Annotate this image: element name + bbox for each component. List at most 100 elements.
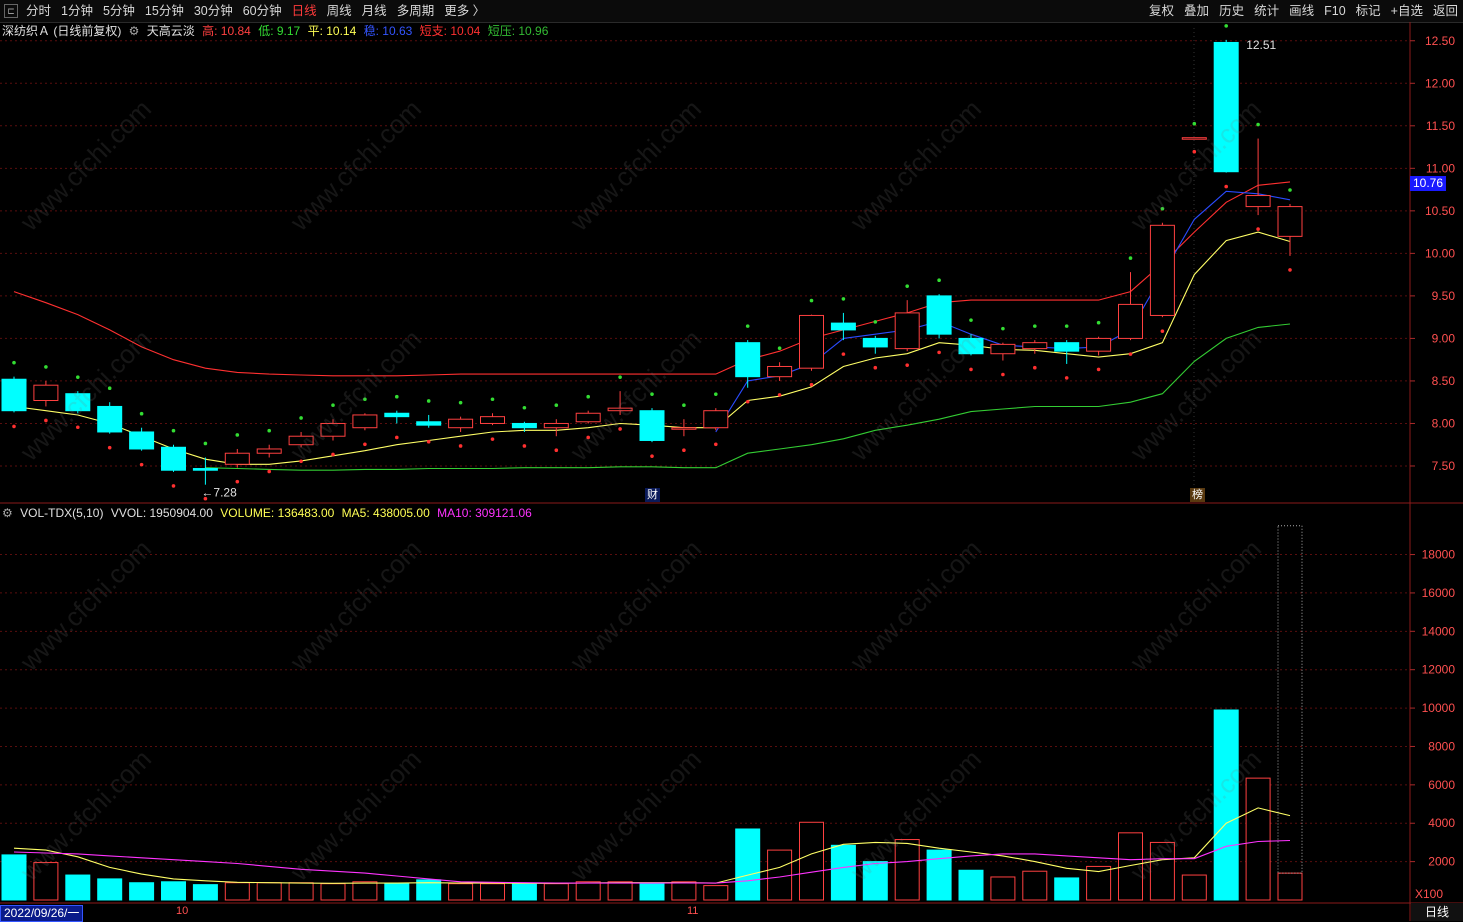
signal-dot-green — [714, 392, 718, 396]
month-label-10: 10 — [176, 905, 189, 917]
volume-bar — [703, 885, 729, 901]
signal-dot-green — [1096, 320, 1101, 325]
signal-dot-green — [171, 428, 176, 433]
signal-dot-green — [969, 318, 973, 322]
signal-dot-red — [1192, 149, 1197, 154]
volume-bar — [256, 882, 282, 901]
volume-bar — [1213, 709, 1239, 901]
signal-dot-red — [12, 424, 16, 429]
stock-chart[interactable]: 12.50 12.00 11.50 11.00 10.50 10.00 9.50 9.00 8.… — [0, 0, 1463, 921]
candle-body — [894, 312, 920, 350]
volume-bar — [352, 881, 378, 901]
signal-dot-red — [650, 454, 654, 458]
signal-dot-red — [969, 367, 973, 372]
volume-tick-label: 12000 — [1422, 663, 1456, 677]
signal-dot-red — [363, 442, 367, 447]
price-tick-label: 9.00 — [1432, 331, 1456, 345]
volume-bar — [990, 876, 1016, 901]
candle-body — [1181, 137, 1207, 140]
candle-body — [543, 422, 569, 429]
signal-dot-red — [395, 435, 399, 440]
signal-dot-red — [1256, 227, 1260, 231]
volume-bar — [1054, 877, 1080, 901]
signal-dot-green — [1160, 206, 1165, 211]
volume-bar — [288, 882, 314, 901]
candle-body — [448, 418, 474, 429]
price-tick-label: 10.50 — [1425, 204, 1455, 218]
candle-body — [926, 295, 952, 335]
signal-dot-green — [937, 278, 941, 282]
period-switch-button[interactable]: 日线 — [1411, 903, 1463, 921]
signal-dot-green — [809, 298, 814, 303]
candle-body — [1, 378, 27, 412]
candle-body — [224, 452, 250, 465]
volume-bar — [1118, 832, 1143, 901]
signal-dot-red — [1288, 268, 1292, 272]
signal-dot-red — [809, 382, 814, 387]
volume-unit-label: X100 — [1415, 887, 1443, 901]
volume-bar — [480, 883, 505, 901]
volume-bar — [1277, 872, 1303, 901]
price-tick-label: 11.00 — [1426, 161, 1455, 175]
max-price-label: 12.51 — [1246, 38, 1276, 52]
volume-tick-label: 4000 — [1428, 816, 1455, 830]
signal-dot-red — [618, 427, 622, 431]
volume-bar — [639, 883, 665, 901]
finance-marker[interactable]: 财 — [645, 488, 660, 502]
signal-dot-red — [267, 469, 272, 474]
candle-body — [1245, 195, 1271, 208]
signal-dot-red — [1160, 329, 1165, 333]
price-tick-label: 10.00 — [1425, 246, 1455, 260]
signal-dot-green — [76, 375, 80, 379]
volume-bar — [511, 883, 537, 901]
signal-dot-green — [395, 394, 399, 399]
candle-body — [288, 435, 314, 446]
candle-body — [384, 412, 410, 418]
candle-body — [990, 343, 1016, 355]
candle-body — [575, 412, 601, 423]
candle-body — [33, 384, 59, 401]
volume-bar — [97, 878, 123, 901]
signal-dot-green — [331, 403, 335, 408]
volume-bar — [862, 861, 888, 901]
volume-bar — [671, 881, 697, 901]
candle-body — [767, 365, 793, 378]
candle-body — [352, 414, 378, 429]
signal-dot-red — [873, 365, 878, 370]
ranking-marker[interactable]: 榜 — [1190, 488, 1205, 502]
candle-body — [1086, 337, 1112, 352]
volume-bar — [1022, 870, 1048, 901]
volume-bar — [1245, 777, 1271, 901]
signal-dot-green — [1001, 326, 1005, 331]
signal-dot-red — [458, 444, 463, 448]
signal-dot-red — [426, 439, 431, 444]
signal-dot-green — [1128, 256, 1133, 260]
volume-bar — [129, 882, 155, 901]
volume-bar — [65, 874, 91, 901]
signal-dot-green — [1192, 121, 1197, 126]
signal-dot-red — [299, 459, 303, 464]
month-label-11: 11 — [687, 905, 699, 917]
volume-bar — [1, 854, 27, 901]
signal-dot-green — [1033, 324, 1037, 328]
signal-dot-green — [841, 297, 846, 301]
candle-body — [1118, 303, 1143, 339]
volume-ma5-line — [13, 807, 1291, 884]
price-tick-label: 12.50 — [1425, 34, 1455, 48]
volume-tick-label: 10000 — [1422, 701, 1456, 715]
min-price-label: ←7.28 — [201, 486, 237, 500]
volume-bar — [448, 883, 474, 901]
signal-dot-green — [1064, 324, 1069, 328]
signal-dot-red — [714, 442, 718, 447]
signal-dot-green — [139, 411, 144, 416]
candle-body — [958, 337, 984, 355]
signal-dot-green — [458, 400, 463, 405]
volume-bar — [161, 881, 186, 901]
signal-dot-red — [1096, 367, 1101, 372]
candle-body — [671, 427, 697, 430]
signal-dot-red — [490, 437, 495, 441]
current-price-tag: 10.76 — [1410, 176, 1446, 191]
signal-dot-red — [1064, 376, 1069, 380]
volume-bar — [224, 882, 250, 901]
candle-body — [735, 342, 761, 378]
